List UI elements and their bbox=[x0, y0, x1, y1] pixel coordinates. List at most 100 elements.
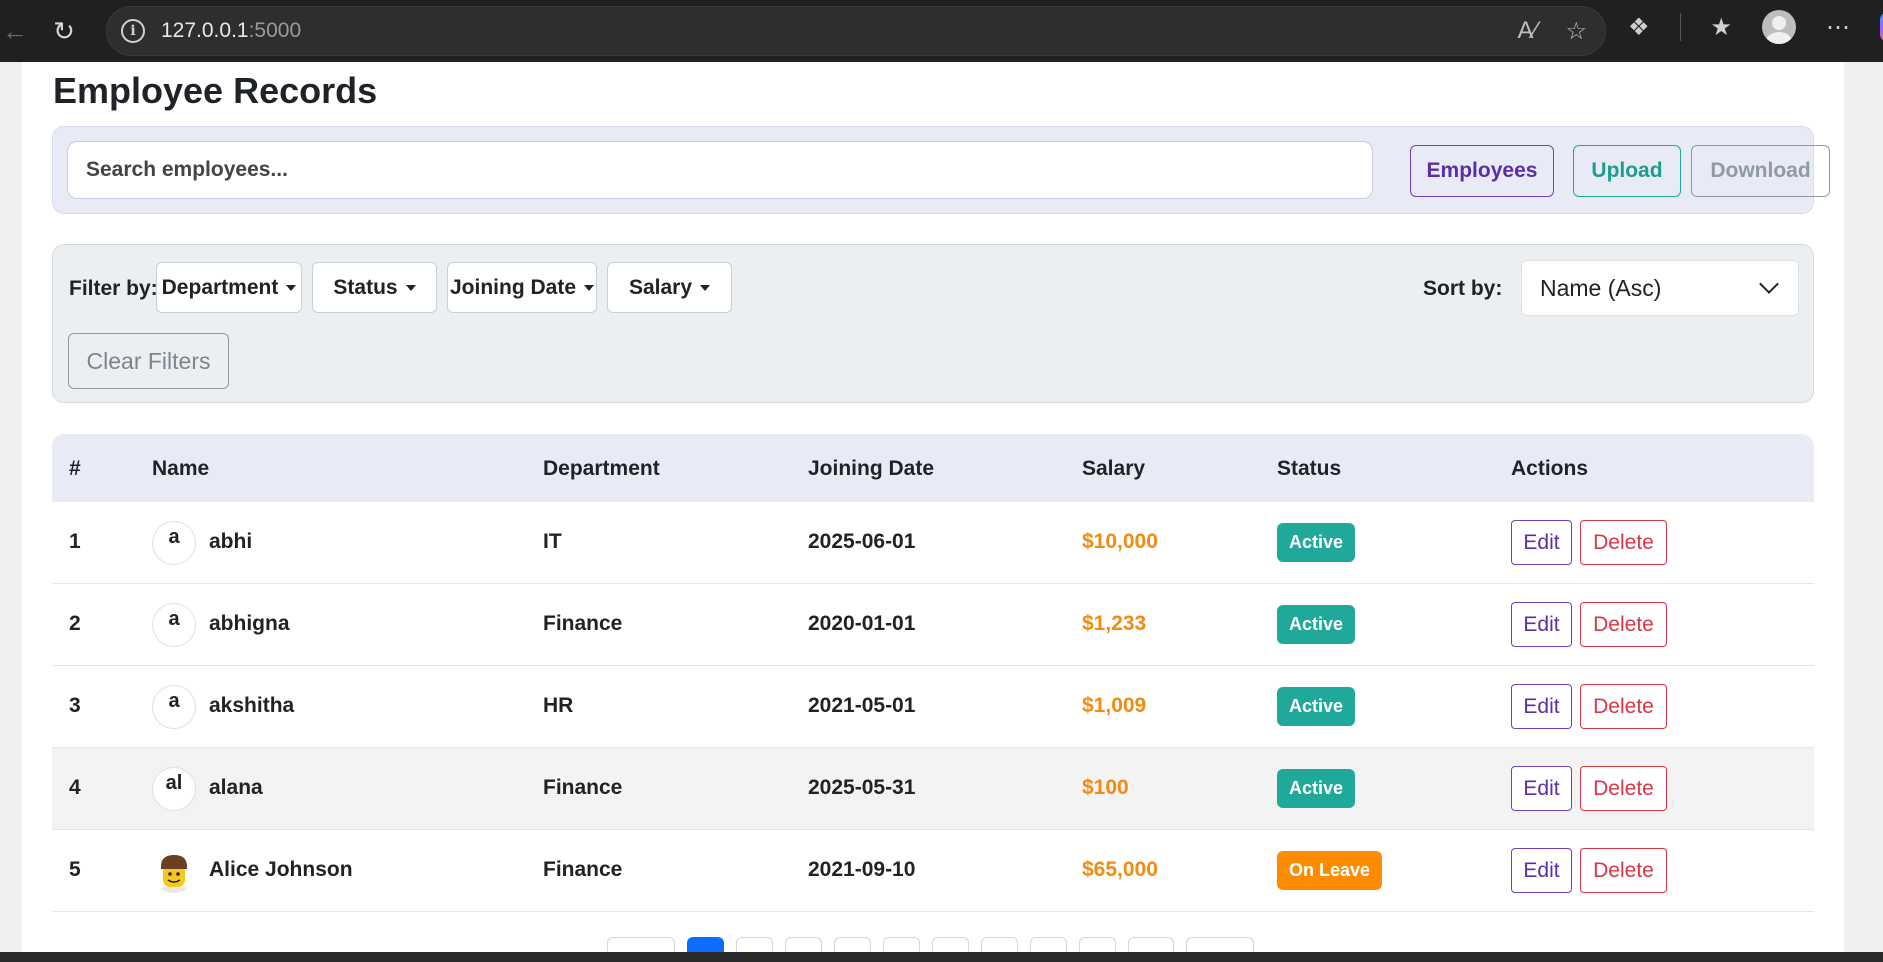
row-number: 3 bbox=[69, 694, 81, 717]
row-number: 1 bbox=[69, 530, 81, 553]
salary-filter-dropdown[interactable]: Salary bbox=[607, 262, 732, 313]
caret-down-icon bbox=[286, 284, 297, 291]
window-bottom-edge bbox=[0, 952, 1883, 962]
employee-department: Finance bbox=[543, 612, 623, 635]
employee-department: Finance bbox=[543, 858, 623, 881]
caret-down-icon bbox=[584, 284, 594, 291]
avatar: al bbox=[152, 767, 196, 811]
extensions-icon[interactable]: ❖ bbox=[1628, 13, 1650, 42]
url-text: 127.0.0.1:5000 bbox=[161, 19, 301, 43]
back-arrow-icon[interactable]: ← bbox=[0, 13, 30, 49]
table-row: 3 a akshitha HR 2021-05-01 $1,009 Active… bbox=[52, 666, 1814, 748]
row-number: 4 bbox=[69, 776, 81, 799]
employee-department: HR bbox=[543, 694, 574, 717]
clear-filters-button[interactable]: Clear Filters bbox=[68, 333, 229, 389]
filter-panel: Filter by: Department Status Joining Dat… bbox=[52, 244, 1814, 403]
table-row: 5 Alice Johnson Finance 2021-09-10 $65,0… bbox=[52, 830, 1814, 912]
employee-department: Finance bbox=[543, 776, 623, 799]
page-content: Employee Records Employees Upload Downlo… bbox=[22, 62, 1844, 957]
table-row: 4 al alana Finance 2025-05-31 $100 Activ… bbox=[52, 748, 1814, 830]
edit-button[interactable]: Edit bbox=[1511, 684, 1572, 729]
status-badge: Active bbox=[1277, 769, 1356, 808]
avatar-alt-text: al bbox=[165, 772, 183, 794]
avatar: a bbox=[152, 603, 196, 647]
browser-toolbar: ← ↻ i 127.0.0.1:5000 A⁄ ☆ ❖ ★ ⋯ bbox=[0, 0, 1883, 62]
avatar-alt-text: a bbox=[168, 608, 180, 630]
employee-salary: $1,009 bbox=[1082, 694, 1147, 717]
salary-filter-label: Salary bbox=[628, 275, 693, 299]
header-salary[interactable]: Salary bbox=[1082, 457, 1145, 481]
status-badge: Active bbox=[1277, 687, 1356, 726]
edit-button[interactable]: Edit bbox=[1511, 766, 1572, 811]
employee-joining-date: 2025-06-01 bbox=[808, 530, 916, 553]
table-header: # Name Department Joining Date Salary St… bbox=[52, 434, 1814, 502]
employee-salary: $1,233 bbox=[1082, 612, 1147, 635]
favorite-star-icon[interactable]: ☆ bbox=[1565, 17, 1587, 46]
search-panel: Employees Upload Download bbox=[52, 126, 1830, 214]
favorites-icon[interactable]: ★ bbox=[1711, 13, 1733, 42]
lego-figure-avatar-icon bbox=[161, 855, 187, 893]
employee-joining-date: 2025-05-31 bbox=[808, 776, 916, 799]
delete-button[interactable]: Delete bbox=[1580, 848, 1667, 893]
reload-icon[interactable]: ↻ bbox=[46, 13, 82, 49]
employee-joining-date: 2021-09-10 bbox=[808, 858, 916, 881]
status-filter-dropdown[interactable]: Status bbox=[312, 262, 437, 313]
status-badge: Active bbox=[1277, 523, 1356, 562]
avatar: a bbox=[152, 685, 196, 729]
avatar bbox=[152, 849, 196, 893]
address-bar[interactable]: i 127.0.0.1:5000 A⁄ ☆ bbox=[106, 6, 1606, 56]
sort-selected-value: Name (Asc) bbox=[1540, 274, 1662, 301]
header-status[interactable]: Status bbox=[1277, 457, 1341, 481]
more-menu-icon[interactable]: ⋯ bbox=[1826, 13, 1850, 42]
employee-table: # Name Department Joining Date Salary St… bbox=[52, 434, 1814, 912]
employee-name: abhigna bbox=[209, 612, 290, 635]
department-filter-dropdown[interactable]: Department bbox=[156, 262, 302, 313]
employee-salary: $65,000 bbox=[1082, 858, 1158, 881]
search-input[interactable] bbox=[67, 141, 1373, 199]
sort-label: Sort by: bbox=[1423, 277, 1503, 300]
joining-date-filter-label: Joining Date bbox=[449, 275, 576, 299]
employee-salary: $10,000 bbox=[1082, 530, 1158, 553]
delete-button[interactable]: Delete bbox=[1580, 766, 1667, 811]
row-number: 5 bbox=[69, 858, 81, 881]
edit-button[interactable]: Edit bbox=[1511, 520, 1572, 565]
status-badge: Active bbox=[1277, 605, 1356, 644]
department-filter-label: Department bbox=[161, 275, 279, 299]
employee-name: Alice Johnson bbox=[209, 858, 353, 881]
site-info-icon[interactable]: i bbox=[121, 19, 145, 43]
status-badge: On Leave bbox=[1277, 851, 1383, 890]
filter-label: Filter by: bbox=[69, 277, 158, 300]
header-department[interactable]: Department bbox=[543, 457, 660, 481]
page-title: Employee Records bbox=[53, 70, 378, 111]
delete-button[interactable]: Delete bbox=[1580, 684, 1667, 729]
edit-button[interactable]: Edit bbox=[1511, 602, 1572, 647]
employees-button[interactable]: Employees bbox=[1410, 145, 1554, 197]
profile-avatar-icon[interactable] bbox=[1762, 10, 1797, 44]
header-actions: Actions bbox=[1511, 457, 1589, 480]
employee-department: IT bbox=[543, 530, 562, 553]
upload-button[interactable]: Upload bbox=[1573, 145, 1681, 197]
download-button[interactable]: Download bbox=[1691, 145, 1830, 197]
avatar-alt-text: a bbox=[168, 526, 180, 548]
employee-name: alana bbox=[209, 776, 263, 799]
avatar: a bbox=[152, 521, 196, 565]
sort-select[interactable]: Name (Asc) bbox=[1521, 260, 1799, 316]
header-joining-date[interactable]: Joining Date bbox=[808, 457, 934, 481]
employee-joining-date: 2021-05-01 bbox=[808, 694, 916, 717]
read-aloud-icon[interactable]: A⁄ bbox=[1517, 17, 1537, 46]
row-number: 2 bbox=[69, 612, 81, 635]
joining-date-filter-dropdown[interactable]: Joining Date bbox=[447, 262, 597, 313]
url-host: 127.0.0.1 bbox=[161, 19, 249, 42]
header-name[interactable]: Name bbox=[152, 457, 209, 481]
delete-button[interactable]: Delete bbox=[1580, 520, 1667, 565]
delete-button[interactable]: Delete bbox=[1580, 602, 1667, 647]
table-row: 1 a abhi IT 2025-06-01 $10,000 Active Ed… bbox=[52, 502, 1814, 584]
employee-name: abhi bbox=[209, 530, 253, 553]
edit-button[interactable]: Edit bbox=[1511, 848, 1572, 893]
url-port: :5000 bbox=[248, 19, 302, 42]
table-row: 2 a abhigna Finance 2020-01-01 $1,233 Ac… bbox=[52, 584, 1814, 666]
status-filter-label: Status bbox=[333, 275, 398, 299]
toolbar-divider bbox=[1679, 13, 1681, 41]
header-number: # bbox=[69, 457, 81, 480]
employee-joining-date: 2020-01-01 bbox=[808, 612, 916, 635]
